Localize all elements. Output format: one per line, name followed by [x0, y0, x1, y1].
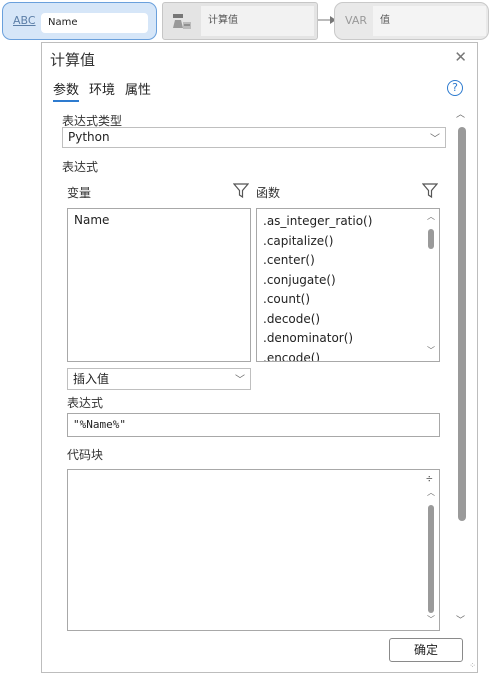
chevron-up-icon[interactable]: ︿ — [427, 211, 435, 222]
list-item[interactable]: .as_integer_ratio() — [257, 212, 439, 232]
tool-node-name: 计算值 — [201, 6, 314, 36]
calculate-value-dialog: 计算值 ✕ 参数 环境 属性 ? ︿ ﹀ 表达式类型 Python ﹀ 表达式 … — [41, 42, 478, 673]
functions-filter-icon[interactable] — [422, 183, 438, 199]
list-item[interactable]: .conjugate() — [257, 271, 439, 291]
code-block-label: 代码块 — [67, 448, 104, 462]
functions-label: 函数 — [256, 186, 281, 200]
variables-list[interactable]: Name — [67, 208, 251, 362]
tab-properties[interactable]: 属性 — [125, 79, 151, 98]
insert-value-label: 插入值 — [73, 372, 110, 386]
chevron-down-icon[interactable]: ﹀ — [427, 345, 435, 356]
chevron-up-icon[interactable]: ︿ — [427, 487, 435, 498]
code-block-scrollbar[interactable]: ÷ ︿ ﹀ — [424, 472, 438, 625]
calculate-tool-icon — [173, 14, 191, 29]
code-block-input[interactable]: ÷ ︿ ﹀ — [67, 469, 440, 631]
list-item[interactable]: .denominator() — [257, 329, 439, 349]
list-item[interactable]: .decode() — [257, 310, 439, 330]
close-icon[interactable]: ✕ — [454, 48, 467, 66]
list-item[interactable]: .capitalize() — [257, 232, 439, 252]
split-icon[interactable]: ÷ — [426, 472, 433, 485]
panel-scrollbar[interactable]: ︿ ﹀ — [454, 107, 470, 627]
expression-input[interactable]: "%Name%" — [67, 413, 440, 437]
expression-type-value: Python — [68, 130, 110, 144]
help-icon[interactable]: ? — [447, 80, 463, 96]
list-item[interactable]: .count() — [257, 290, 439, 310]
tab-parameters[interactable]: 参数 — [53, 79, 80, 102]
expression-type-select[interactable]: Python ﹀ — [62, 127, 446, 148]
input-variable-name: Name — [41, 13, 148, 33]
list-item[interactable]: Name — [68, 211, 250, 231]
list-item[interactable]: .encode() — [257, 349, 439, 362]
chevron-down-icon: ﹀ — [430, 134, 440, 145]
expression-section-label: 表达式 — [62, 160, 99, 174]
chevron-up-icon[interactable]: ︿ — [456, 107, 465, 120]
expression-label: 表达式 — [67, 396, 104, 410]
functions-list[interactable]: .as_integer_ratio() .capitalize() .cente… — [256, 208, 440, 362]
scrollbar-thumb[interactable] — [428, 505, 434, 613]
scrollbar-thumb[interactable] — [428, 229, 434, 249]
variant-type-label: VAR — [345, 14, 367, 27]
variables-label: 变量 — [67, 186, 92, 200]
dialog-title: 计算值 — [50, 51, 96, 69]
input-variable-node[interactable]: ABC Name — [2, 2, 157, 40]
insert-value-select[interactable]: 插入值 ﹀ — [67, 368, 251, 390]
chevron-down-icon[interactable]: ﹀ — [456, 613, 465, 626]
string-type-label: ABC — [13, 14, 36, 27]
tab-environments[interactable]: 环境 — [89, 79, 115, 98]
list-item[interactable]: .center() — [257, 251, 439, 271]
output-variable-name: 值 — [373, 6, 486, 36]
calculate-value-tool-node[interactable]: 计算值 — [162, 2, 318, 40]
functions-scrollbar[interactable]: ︿ ﹀ — [424, 211, 438, 359]
variables-filter-icon[interactable] — [233, 183, 249, 199]
output-variable-node[interactable]: VAR 值 — [334, 2, 489, 40]
scrollbar-thumb[interactable] — [458, 127, 466, 521]
chevron-down-icon: ﹀ — [235, 375, 245, 386]
resize-grip-icon[interactable]: ⁘ — [469, 661, 476, 670]
ok-button[interactable]: 确定 — [389, 638, 463, 662]
chevron-down-icon[interactable]: ﹀ — [427, 614, 435, 625]
